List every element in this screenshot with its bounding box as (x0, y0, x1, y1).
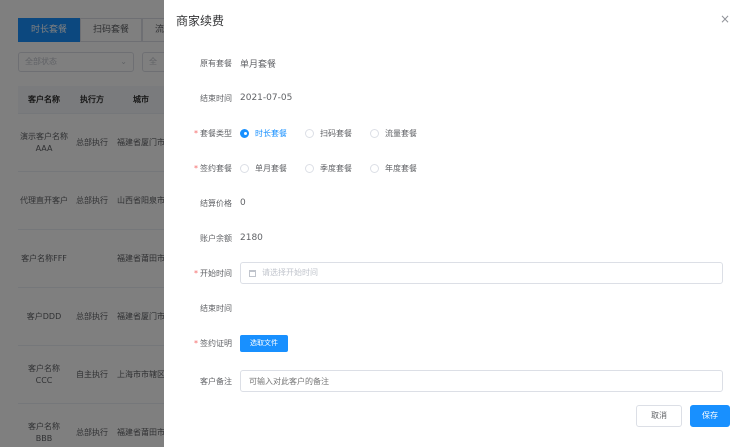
settlement-price-row: 结算价格 0 (164, 193, 750, 213)
radio-label: 年度套餐 (385, 163, 417, 173)
dialog-footer: 取消 保存 (636, 405, 730, 427)
end-time-new-row: 结束时间 (164, 298, 750, 318)
select-file-button[interactable]: 选取文件 (240, 334, 288, 352)
cancel-button[interactable]: 取消 (636, 405, 682, 427)
start-time-placeholder: 请选择开始时间 (262, 268, 318, 277)
radio-label: 时长套餐 (255, 128, 287, 138)
end-time-current-label: 结束时间 (200, 93, 232, 103)
radio-unchecked-icon (370, 163, 379, 173)
radio-scan-package[interactable]: 扫码套餐 (305, 128, 352, 139)
settlement-price-value: 0 (240, 198, 246, 208)
account-balance-label: 账户余额 (200, 233, 232, 243)
sign-package-label: 签约套餐 (200, 163, 232, 173)
radio-unchecked-icon (240, 163, 249, 173)
radio-quarterly-package[interactable]: 季度套餐 (305, 163, 352, 174)
end-time-current-value: 2021-07-05 (240, 93, 293, 103)
radio-traffic-package[interactable]: 流量套餐 (370, 128, 417, 139)
sign-proof-label-wrap: * 签约证明 (164, 338, 240, 349)
sign-package-label-wrap: * 签约套餐 (164, 163, 240, 174)
calendar-icon (249, 269, 256, 277)
radio-yearly-package[interactable]: 年度套餐 (370, 163, 417, 174)
package-type-radio-group: 时长套餐 扫码套餐 流量套餐 (240, 128, 435, 139)
radio-label: 流量套餐 (385, 128, 417, 138)
customer-note-input[interactable] (240, 370, 723, 392)
required-mark: * (194, 338, 198, 348)
required-mark: * (194, 268, 198, 278)
settlement-price-label: 结算价格 (200, 198, 232, 208)
sign-package-radio-group: 单月套餐 季度套餐 年度套餐 (240, 163, 435, 174)
package-type-label: 套餐类型 (200, 128, 232, 138)
radio-unchecked-icon (370, 128, 379, 138)
original-package-label: 原有套餐 (200, 58, 232, 68)
package-type-label-wrap: * 套餐类型 (164, 128, 240, 139)
start-time-picker[interactable]: 请选择开始时间 (240, 262, 723, 284)
radio-label: 季度套餐 (320, 163, 352, 173)
end-time-current-row: 结束时间 2021-07-05 (164, 88, 750, 108)
sign-proof-row: * 签约证明 选取文件 (164, 333, 750, 353)
radio-label: 扫码套餐 (320, 128, 352, 138)
required-mark: * (194, 128, 198, 138)
close-icon[interactable]: × (720, 12, 730, 26)
original-package-row: 原有套餐 单月套餐 (164, 53, 750, 73)
sign-package-row: * 签约套餐 单月套餐 季度套餐 年度套餐 (164, 158, 750, 178)
required-mark: * (194, 163, 198, 173)
start-time-label: 开始时间 (200, 268, 232, 278)
renewal-dialog: 商家续费 × 原有套餐 单月套餐 结束时间 2021-07-05 * 套餐类型 时… (164, 0, 750, 447)
end-time-new-label: 结束时间 (200, 303, 232, 313)
package-type-row: * 套餐类型 时长套餐 扫码套餐 流量套餐 (164, 123, 750, 143)
radio-unchecked-icon (305, 163, 314, 173)
start-time-row: * 开始时间 请选择开始时间 (164, 262, 750, 284)
radio-duration-package[interactable]: 时长套餐 (240, 128, 287, 139)
radio-monthly-package[interactable]: 单月套餐 (240, 163, 287, 174)
customer-note-row: 客户备注 (164, 370, 750, 392)
radio-label: 单月套餐 (255, 163, 287, 173)
save-button[interactable]: 保存 (690, 405, 730, 427)
account-balance-row: 账户余额 2180 (164, 228, 750, 248)
dialog-title: 商家续费 (176, 14, 225, 28)
customer-note-label: 客户备注 (200, 376, 232, 386)
start-time-label-wrap: * 开始时间 (164, 268, 240, 279)
original-package-value: 单月套餐 (240, 59, 277, 70)
sign-proof-label: 签约证明 (200, 338, 232, 348)
account-balance-value: 2180 (240, 233, 263, 243)
radio-unchecked-icon (305, 128, 314, 138)
radio-checked-icon (240, 128, 249, 138)
